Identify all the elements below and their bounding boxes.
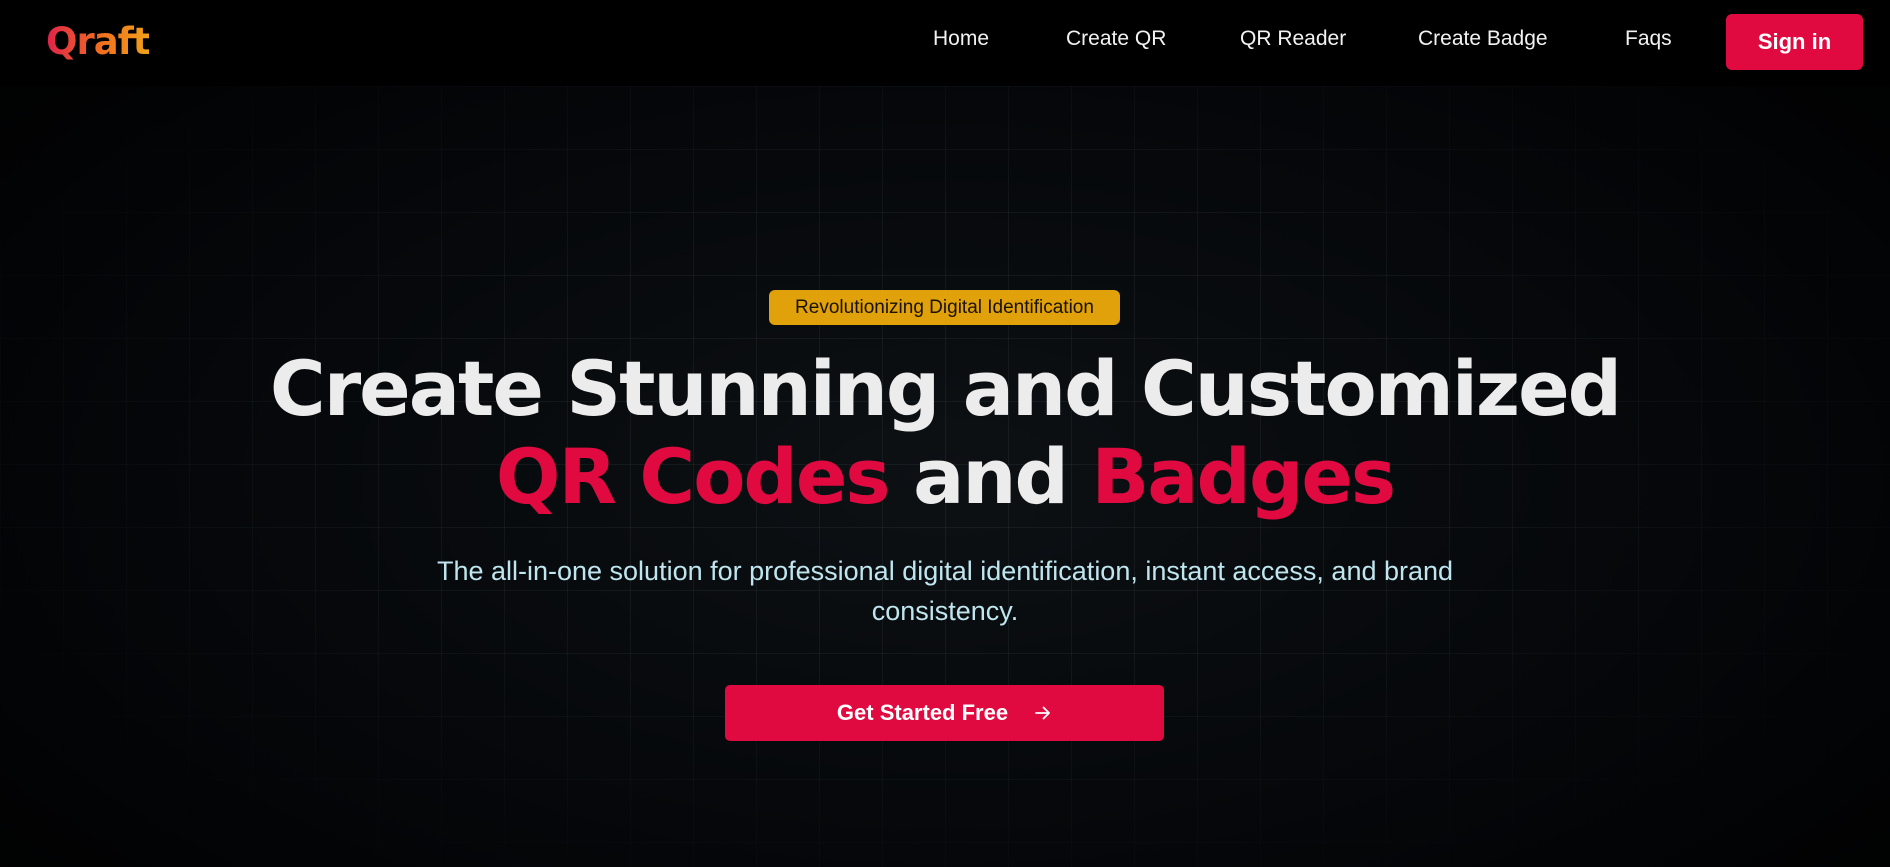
headline-accent-qr-codes: QR Codes: [495, 432, 891, 521]
headline-and: and: [913, 432, 1069, 521]
top-navbar: Qraft Home Create QR QR Reader Create Ba…: [0, 0, 1890, 86]
page: Qraft Home Create QR QR Reader Create Ba…: [0, 0, 1890, 867]
nav-link-home[interactable]: Home: [933, 27, 989, 51]
hero-badge: Revolutionizing Digital Identification: [769, 290, 1120, 325]
nav-link-qr-reader[interactable]: QR Reader: [1240, 27, 1346, 51]
nav-link-create-qr[interactable]: Create QR: [1066, 27, 1166, 51]
headline-line-1: Create Stunning and Customized: [269, 344, 1622, 433]
get-started-label: Get Started Free: [836, 700, 1009, 725]
get-started-button[interactable]: Get Started Free: [725, 685, 1164, 741]
nav-links: Home Create QR QR Reader Create Badge Fa…: [0, 27, 1890, 57]
nav-link-faqs[interactable]: Faqs: [1625, 27, 1672, 51]
sign-in-button[interactable]: Sign in: [1726, 14, 1863, 70]
hero-subtitle: The all-in-one solution for professional…: [436, 556, 1454, 626]
hero-headline: Create Stunning and Customized QR Codes …: [0, 345, 1890, 521]
arrow-right-icon: [1035, 706, 1050, 720]
headline-accent-badges: Badges: [1091, 432, 1396, 521]
nav-link-create-badge[interactable]: Create Badge: [1418, 27, 1548, 51]
